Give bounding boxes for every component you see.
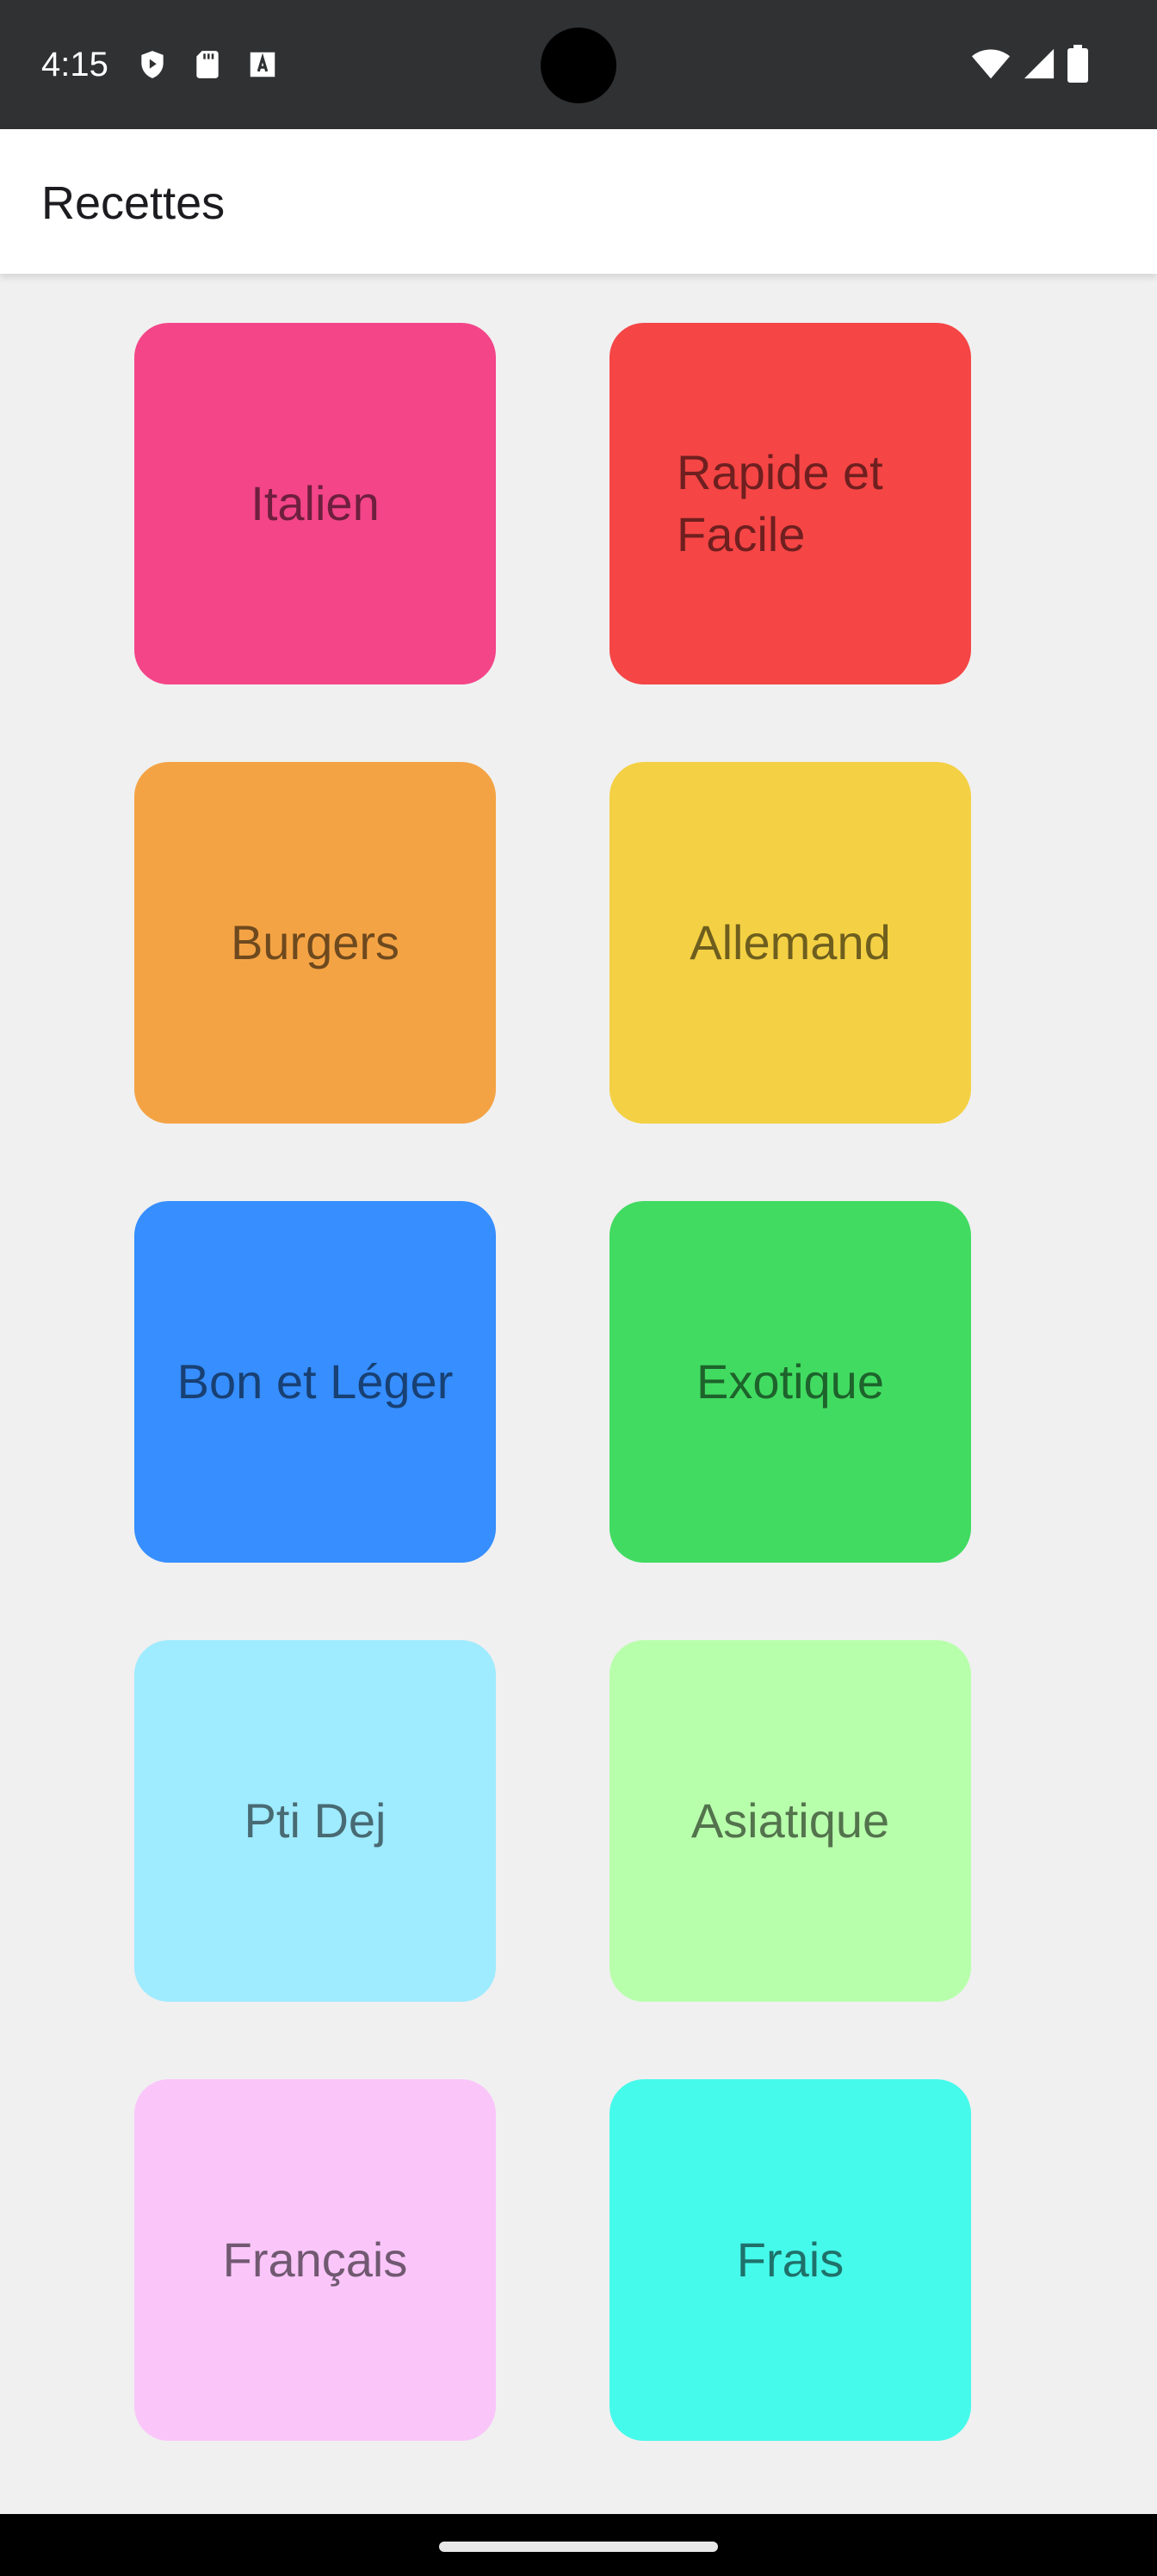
- category-tile-francais[interactable]: Français: [134, 2079, 496, 2441]
- category-label: Français: [222, 2232, 408, 2287]
- camera-cutout: [541, 28, 616, 103]
- home-gesture-handle[interactable]: [439, 2542, 718, 2552]
- status-icons-left: [136, 48, 279, 81]
- category-label: Rapide et Facile: [677, 445, 883, 561]
- page-title: Recettes: [41, 177, 226, 229]
- category-grid: Italien Rapide et Facile Burgers Alleman…: [134, 323, 971, 2441]
- font-a-icon: [246, 48, 279, 81]
- category-label: Pti Dej: [244, 1793, 387, 1848]
- category-tile-pti-dej[interactable]: Pti Dej: [134, 1640, 496, 2002]
- status-bar: 4:15: [0, 0, 1157, 129]
- status-icons-right: [971, 45, 1088, 83]
- status-time: 4:15: [41, 46, 108, 84]
- category-label: Asiatique: [690, 1793, 890, 1848]
- category-label: Allemand: [690, 915, 891, 969]
- shield-play-icon: [136, 48, 169, 81]
- category-label: Bon et Léger: [176, 1354, 454, 1409]
- category-tile-asiatique[interactable]: Asiatique: [609, 1640, 971, 2002]
- signal-icon: [1023, 46, 1055, 81]
- category-tile-bon-et-leger[interactable]: Bon et Léger: [134, 1201, 496, 1563]
- category-tile-burgers[interactable]: Burgers: [134, 762, 496, 1124]
- battery-icon: [1067, 45, 1088, 83]
- category-label: Frais: [736, 2232, 845, 2287]
- category-tile-frais[interactable]: Frais: [609, 2079, 971, 2441]
- category-tile-rapide-et-facile[interactable]: Rapide et Facile: [609, 323, 971, 684]
- category-label: Italien: [251, 476, 380, 530]
- category-label: Burgers: [230, 915, 400, 969]
- app-bar: Recettes: [0, 129, 1157, 274]
- navigation-bar: [0, 2514, 1157, 2576]
- category-label: Exotique: [696, 1354, 884, 1409]
- category-tile-italien[interactable]: Italien: [134, 323, 496, 684]
- category-tile-exotique[interactable]: Exotique: [609, 1201, 971, 1563]
- sd-card-icon: [191, 48, 224, 81]
- wifi-icon: [971, 46, 1011, 81]
- category-tile-allemand[interactable]: Allemand: [609, 762, 971, 1124]
